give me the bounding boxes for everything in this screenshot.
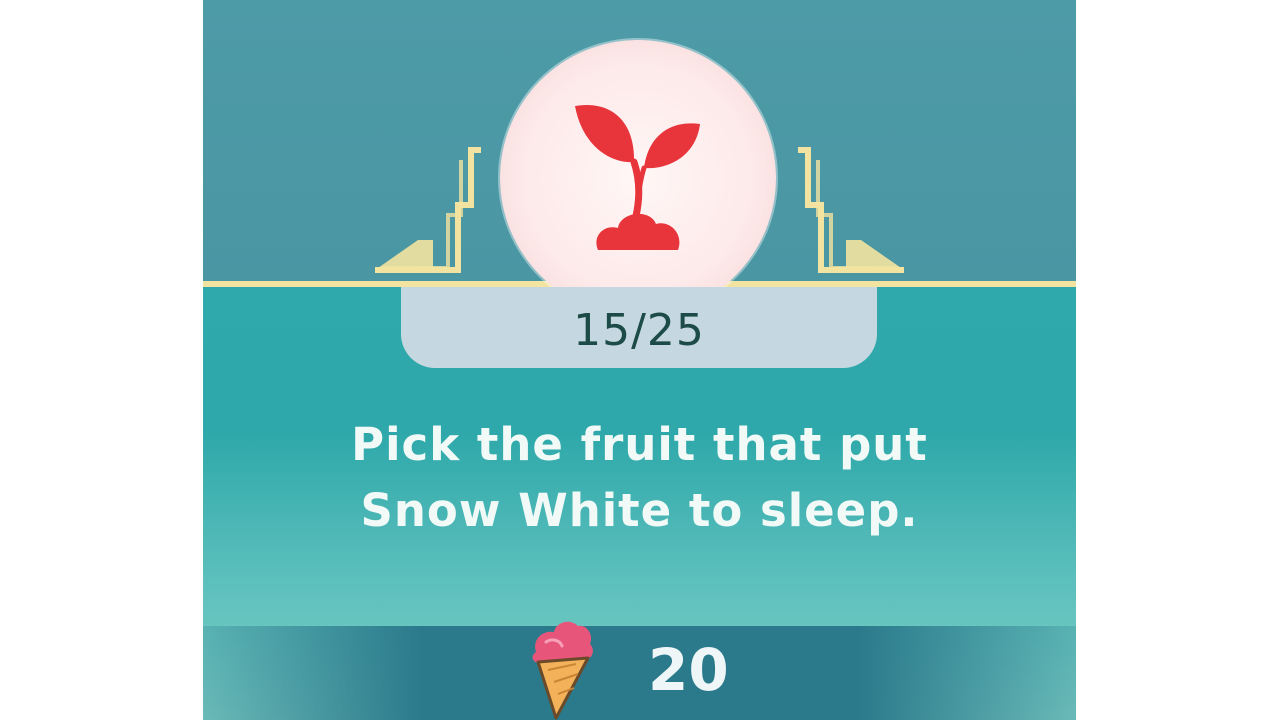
question-line-2: Snow White to sleep. (360, 484, 919, 537)
reward-amount: 20 (648, 636, 729, 704)
sprout-icon (575, 104, 700, 250)
ice-cream-cone-icon (532, 621, 593, 720)
question-line-1: Pick the fruit that put (351, 418, 928, 471)
category-emblem (500, 40, 776, 316)
progress-counter: 15/25 (401, 287, 877, 368)
reward-bar (203, 626, 1076, 720)
quiz-panel: 15/25 Pick the fruit that put Snow White… (203, 0, 1076, 720)
question-text: Pick the fruit that put Snow White to sl… (243, 412, 1036, 544)
